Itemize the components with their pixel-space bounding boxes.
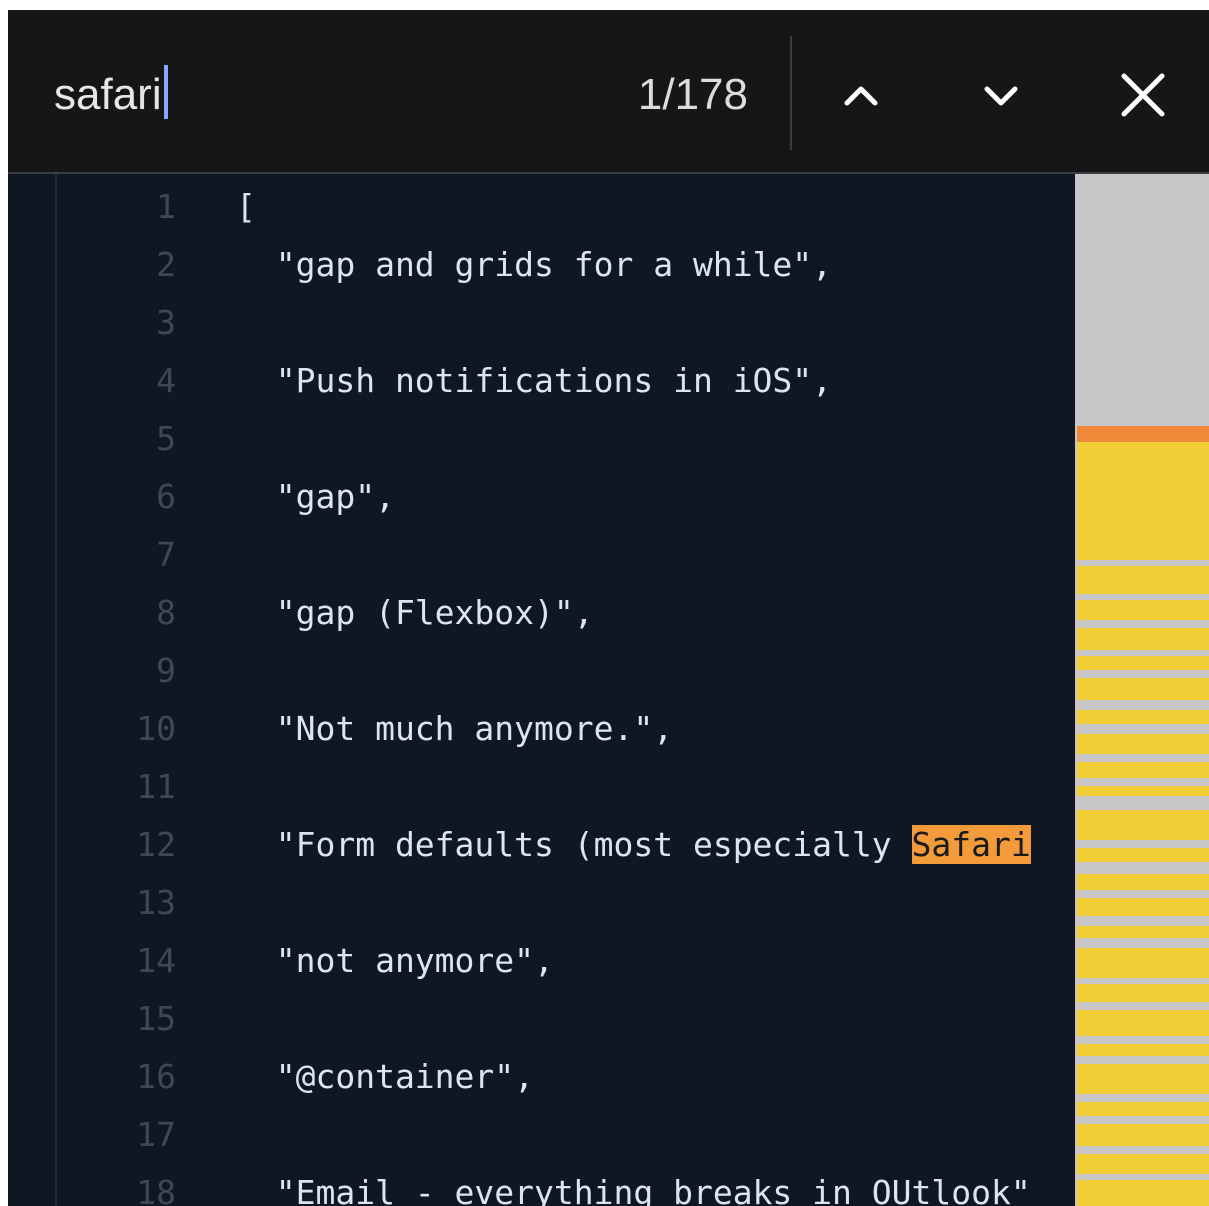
close-find-button[interactable] (1108, 60, 1178, 130)
code-line: 10 "Not much anymore.", (8, 700, 1075, 758)
line-text: "not anymore", (236, 941, 554, 980)
next-match-button[interactable] (966, 60, 1036, 130)
line-number: 3 (156, 303, 176, 342)
code-line: 7 (8, 526, 1075, 584)
code-line: 12 "Form defaults (most especially Safar… (8, 816, 1075, 874)
line-number: 15 (136, 999, 176, 1038)
line-number: 13 (136, 883, 176, 922)
chevron-down-icon (984, 86, 1018, 106)
line-number: 2 (156, 245, 176, 284)
find-query: safari (54, 70, 162, 119)
code-line: 8 "gap (Flexbox)", (8, 584, 1075, 642)
line-text: "@container", (236, 1057, 535, 1096)
minimap-match-marker (1077, 600, 1209, 620)
line-number: 12 (136, 825, 176, 864)
minimap-match-marker (1077, 442, 1209, 560)
line-code: "not anymore", (236, 932, 554, 990)
minimap-match-marker (1077, 948, 1209, 978)
code-line: 16 "@container", (8, 1048, 1075, 1106)
line-number: 14 (136, 941, 176, 980)
line-text: "gap and grids for a while", (236, 245, 833, 284)
line-code: "gap and grids for a while", (236, 236, 832, 294)
line-number: 1 (156, 187, 176, 226)
minimap-match-marker (1077, 566, 1209, 594)
code-line: 2 "gap and grids for a while", (8, 236, 1075, 294)
minimap-match-marker (1077, 628, 1209, 650)
code-line: 4 "Push notifications in iOS", (8, 352, 1075, 410)
match-count: 1/178 (637, 70, 748, 119)
line-text: "Push notifications in iOS", (236, 361, 833, 400)
code-line: 13 (8, 874, 1075, 932)
code-line: 11 (8, 758, 1075, 816)
close-icon (1121, 73, 1165, 117)
minimap-match-marker (1077, 1102, 1209, 1116)
code-line: 3 (8, 294, 1075, 352)
minimap-match-marker (1077, 762, 1209, 778)
line-number: 6 (156, 477, 176, 516)
editor-pane[interactable]: 1[2 "gap and grids for a while", 3 4 "Push… (8, 174, 1075, 1206)
minimap-match-marker (1077, 678, 1209, 700)
minimap-scrollbar[interactable] (1075, 174, 1209, 1206)
line-number: 8 (156, 593, 176, 632)
minimap-match-marker (1077, 656, 1209, 670)
minimap-match-marker (1077, 848, 1209, 862)
code-line: 18 "Email - everything breaks in OUtlook… (8, 1164, 1075, 1206)
minimap-match-marker (1077, 1010, 1209, 1036)
minimap-match-marker (1077, 1044, 1209, 1056)
minimap-match-marker (1077, 1154, 1209, 1174)
previous-match-button[interactable] (826, 60, 896, 130)
minimap-match-marker (1077, 734, 1209, 754)
line-text: "Form defaults (most especially (236, 825, 912, 864)
line-number: 7 (156, 535, 176, 574)
minimap-match-marker (1077, 1064, 1209, 1094)
line-number: 9 (156, 651, 176, 690)
line-number: 16 (136, 1057, 176, 1096)
minimap-match-marker (1077, 710, 1209, 724)
line-code: "Email - everything breaks in OUtlook" (236, 1164, 1031, 1206)
minimap-match-marker (1077, 898, 1209, 916)
line-number: 10 (136, 709, 176, 748)
code-line: 6 "gap", (8, 468, 1075, 526)
code-line: 14 "not anymore", (8, 932, 1075, 990)
find-bar: safari 1/178 (8, 10, 1209, 174)
code-line: 17 (8, 1106, 1075, 1164)
minimap-match-marker (1077, 874, 1209, 890)
minimap-match-marker (1077, 984, 1209, 1002)
find-bar-divider (790, 36, 792, 150)
line-code: [ (236, 178, 256, 236)
line-number: 4 (156, 361, 176, 400)
line-code: "Not much anymore.", (236, 700, 673, 758)
minimap-match-marker (1077, 926, 1209, 938)
code-line: 5 (8, 410, 1075, 468)
line-number: 17 (136, 1115, 176, 1154)
line-text: "gap (Flexbox)", (236, 593, 594, 632)
line-number: 11 (136, 767, 176, 806)
code-line: 1[ (8, 178, 1075, 236)
minimap-current-match (1077, 426, 1209, 442)
line-text: "Not much anymore.", (236, 709, 674, 748)
line-code: "@container", (236, 1048, 534, 1106)
line-code: "Form defaults (most especially Safari (236, 816, 1031, 874)
minimap-match-marker (1077, 1124, 1209, 1146)
current-search-match: Safari (911, 825, 1031, 864)
chevron-up-icon (844, 86, 878, 106)
code-editor-window: safari 1/178 1[2 "gap and grids for a wh… (8, 10, 1209, 1206)
minimap-match-marker (1077, 786, 1209, 796)
find-input[interactable]: safari (54, 60, 354, 130)
line-number: 5 (156, 419, 176, 458)
line-text: [ (236, 187, 256, 226)
line-code: "Push notifications in iOS", (236, 352, 832, 410)
line-text: "Email - everything breaks in OUtlook" (236, 1173, 1031, 1206)
line-number: 18 (136, 1173, 176, 1206)
text-caret (163, 65, 168, 119)
minimap-match-marker (1077, 810, 1209, 840)
line-text: "gap", (236, 477, 395, 516)
code-line: 15 (8, 990, 1075, 1048)
line-code: "gap", (236, 468, 395, 526)
minimap-match-marker (1077, 1180, 1209, 1206)
code-line: 9 (8, 642, 1075, 700)
line-code: "gap (Flexbox)", (236, 584, 594, 642)
